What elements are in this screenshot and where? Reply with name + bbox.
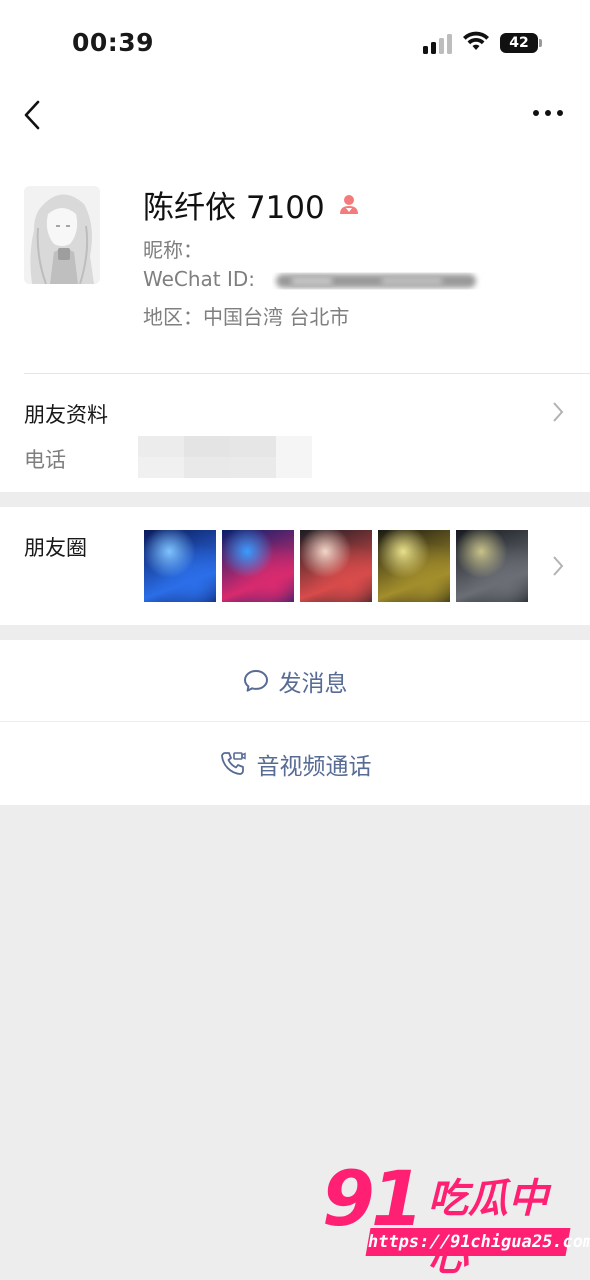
contact-name: 陈纤依 7100 — [143, 189, 325, 226]
friend-info-row[interactable]: 朋友资料 电话 — [0, 374, 590, 492]
nickname-label: 昵称： — [143, 238, 203, 262]
moments-title: 朋友圈 — [24, 536, 87, 560]
nav-bar — [0, 88, 590, 150]
region-value: 中国台湾 台北市 — [203, 305, 350, 329]
phone-video-icon — [220, 751, 246, 775]
avatar[interactable] — [24, 186, 100, 284]
battery-tip — [539, 39, 542, 47]
video-call-button[interactable]: 音视频通话 — [0, 722, 590, 805]
phone-label: 电话 — [24, 448, 66, 472]
wechat-id-label: WeChat ID: — [143, 267, 256, 291]
region-label: 地区： — [143, 305, 203, 329]
moment-thumbnail[interactable] — [300, 530, 372, 602]
video-call-line: 音视频通话 — [0, 722, 590, 805]
chevron-left-icon[interactable] — [20, 98, 46, 132]
female-icon — [339, 195, 358, 214]
battery-icon: 42 — [500, 33, 538, 53]
status-bar: 00:39 42 — [0, 0, 590, 88]
name-line: 陈纤依 7100 — [143, 184, 361, 226]
watermark-url: https://91chigua25.com — [365, 1228, 590, 1256]
send-message-label: 发消息 — [278, 670, 348, 697]
send-message-line: 发消息 — [0, 640, 590, 721]
nickname-row: 昵称： — [143, 234, 203, 263]
chevron-right-icon — [553, 556, 564, 576]
redacted-phone — [138, 436, 312, 478]
moment-thumbnail[interactable] — [456, 530, 528, 602]
wifi-icon — [463, 31, 489, 50]
profile-header: 陈纤依 7100 昵称： WeChat ID: 地区：中国台湾 台北市 — [0, 150, 590, 374]
friend-info-title: 朋友资料 — [24, 403, 108, 427]
chat-bubble-icon — [243, 669, 268, 692]
status-time: 00:39 — [72, 28, 155, 57]
send-message-button[interactable]: 发消息 — [0, 640, 590, 721]
more-dots-icon[interactable] — [530, 106, 566, 120]
moment-thumbnail[interactable] — [378, 530, 450, 602]
redacted-wechat-id — [276, 274, 476, 288]
moments-row[interactable]: 朋友圈 — [0, 507, 590, 625]
signal-icon — [423, 34, 453, 54]
chevron-right-icon — [553, 402, 564, 422]
region-row: 地区：中国台湾 台北市 — [143, 301, 349, 330]
moment-thumbnail[interactable] — [144, 530, 216, 602]
wechat-id-row: WeChat ID: — [143, 267, 255, 291]
video-call-label: 音视频通话 — [256, 753, 372, 780]
watermark-text: 吃瓜中心 — [428, 1176, 548, 1280]
moment-thumbnail[interactable] — [222, 530, 294, 602]
watermark: 91 吃瓜中心 https://91chigua25.com — [322, 1154, 590, 1280]
